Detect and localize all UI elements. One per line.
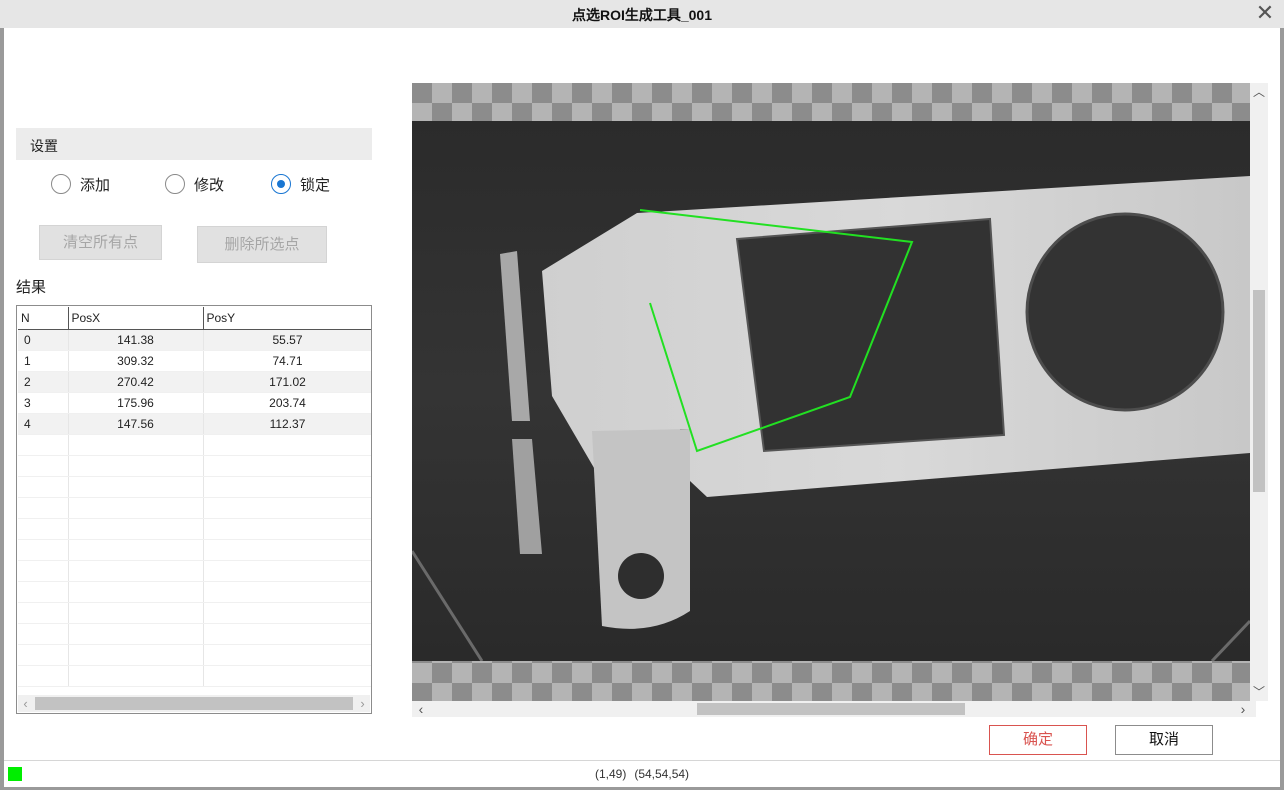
empty-row — [18, 497, 371, 519]
window-title: 点选ROI生成工具_001 — [571, 7, 713, 23]
radio-lock[interactable]: 锁定 — [271, 172, 330, 196]
viewer-hscroll-thumb[interactable] — [697, 703, 965, 715]
cell-posx: 270.42 — [68, 371, 204, 393]
pixel-value: (54,54,54) — [634, 767, 690, 781]
scroll-right-icon[interactable]: › — [355, 695, 370, 712]
cell-posy: 55.57 — [203, 329, 371, 351]
cell-posy: 171.02 — [203, 371, 371, 393]
results-table[interactable]: N PosX PosY 0 141.38 55.57 1 309.32 74.7… — [16, 305, 372, 714]
table-row[interactable]: 2 270.42 171.02 — [18, 371, 371, 393]
empty-row — [18, 665, 371, 687]
table-row[interactable]: 1 309.32 74.71 — [18, 350, 371, 372]
cell-n: 1 — [18, 350, 69, 372]
cell-posx: 147.56 — [68, 413, 204, 435]
table-horizontal-scrollbar[interactable]: ‹ › — [18, 695, 370, 712]
table-header-row: N PosX PosY — [18, 307, 371, 330]
empty-row — [18, 644, 371, 666]
empty-row — [18, 434, 371, 456]
scroll-left-icon[interactable]: ‹ — [18, 695, 33, 712]
empty-row — [18, 518, 371, 540]
empty-row — [18, 623, 371, 645]
cell-n: 4 — [18, 413, 69, 435]
cell-posx: 175.96 — [68, 392, 204, 414]
cell-n: 3 — [18, 392, 69, 414]
scroll-down-icon[interactable]: ﹀ — [1250, 685, 1268, 699]
column-header-posy[interactable]: PosY — [202, 307, 371, 330]
cell-posx: 309.32 — [68, 350, 204, 372]
column-header-n[interactable]: N — [18, 307, 69, 330]
radio-modify-circle[interactable] — [165, 174, 185, 194]
cell-n: 0 — [18, 329, 69, 351]
status-readout: (1,49) (54,54,54) — [4, 767, 1280, 781]
empty-row — [18, 560, 371, 582]
empty-row — [18, 455, 371, 477]
viewer-vertical-scrollbar[interactable]: ︿ ﹀ — [1250, 83, 1268, 701]
radio-lock-circle[interactable] — [271, 174, 291, 194]
delete-selected-points-button[interactable]: 删除所选点 — [197, 226, 327, 263]
column-header-posx[interactable]: PosX — [67, 307, 204, 330]
radio-modify[interactable]: 修改 — [165, 172, 224, 196]
settings-header-label: 设置 — [30, 138, 58, 154]
clear-all-points-button[interactable]: 清空所有点 — [39, 225, 162, 260]
results-label: 结果 — [16, 279, 47, 296]
table-row[interactable]: 3 175.96 203.74 — [18, 392, 371, 414]
radio-modify-label: 修改 — [194, 176, 225, 194]
image-viewer[interactable]: ︿ ﹀ ‹ › — [412, 83, 1268, 717]
empty-row — [18, 539, 371, 561]
empty-row — [18, 476, 371, 498]
settings-header: 设置 — [16, 128, 372, 160]
cell-posy: 74.71 — [203, 350, 371, 372]
viewer-vscroll-thumb[interactable] — [1253, 290, 1265, 492]
cell-posy: 203.74 — [203, 392, 371, 414]
scroll-up-icon[interactable]: ︿ — [1250, 85, 1268, 99]
table-row[interactable]: 0 141.38 55.57 — [18, 329, 371, 351]
close-icon[interactable]: ✕ — [1254, 2, 1276, 24]
cell-posy: 112.37 — [203, 413, 371, 435]
camera-image-canvas[interactable] — [412, 121, 1250, 661]
scroll-right-icon[interactable]: › — [1236, 701, 1250, 717]
viewer-horizontal-scrollbar[interactable]: ‹ › — [412, 701, 1250, 717]
cursor-coords: (1,49) — [594, 767, 627, 781]
radio-add-circle[interactable] — [51, 174, 71, 194]
scroll-left-icon[interactable]: ‹ — [414, 701, 428, 717]
status-bar: (1,49) (54,54,54) — [4, 760, 1280, 787]
title-bar: 点选ROI生成工具_001 ✕ — [0, 0, 1284, 28]
empty-row — [18, 602, 371, 624]
radio-add-label: 添加 — [80, 176, 111, 194]
cell-posx: 141.38 — [68, 329, 204, 351]
table-row[interactable]: 4 147.56 112.37 — [18, 413, 371, 435]
radio-add[interactable]: 添加 — [51, 172, 110, 196]
camera-image[interactable] — [412, 121, 1250, 661]
table-scroll-thumb[interactable] — [35, 697, 353, 710]
cell-n: 2 — [18, 371, 69, 393]
ok-button[interactable]: 确定 — [989, 725, 1087, 755]
results-grid: N PosX PosY 0 141.38 55.57 1 309.32 74.7… — [18, 307, 371, 687]
radio-lock-label: 锁定 — [300, 176, 331, 194]
mounting-hole — [618, 553, 664, 599]
empty-row — [18, 581, 371, 603]
rectangular-window — [735, 217, 1006, 453]
circular-hole — [1025, 212, 1225, 412]
cancel-button[interactable]: 取消 — [1115, 725, 1213, 755]
